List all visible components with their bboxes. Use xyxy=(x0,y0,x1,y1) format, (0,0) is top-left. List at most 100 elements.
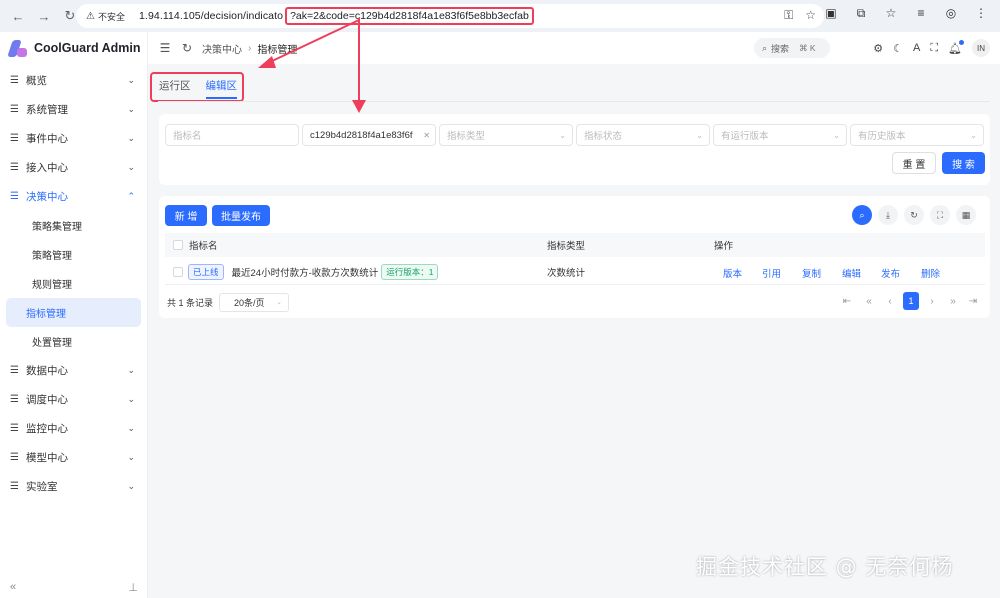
refresh-icon[interactable]: ↻ xyxy=(176,41,198,55)
menu-icon: ☰ xyxy=(10,191,19,202)
bookmark-star-icon[interactable]: ☆ xyxy=(805,8,816,23)
prev-page-icon[interactable]: ‹ xyxy=(882,292,898,310)
sidebar-item-system[interactable]: ☰ 系统管理 ⌄ xyxy=(0,95,147,124)
security-indicator[interactable]: ⚠ 不安全 xyxy=(86,10,125,23)
row-checkbox[interactable] xyxy=(173,266,183,277)
column-header-name: 指标名 xyxy=(189,241,218,252)
page-size-select[interactable]: 20条/页 ⌄ xyxy=(219,292,290,312)
settings-gear-icon[interactable]: ⚙ xyxy=(873,42,883,55)
action-copy-link[interactable]: 复制 xyxy=(802,266,821,280)
prev-jump-icon[interactable]: « xyxy=(861,292,877,310)
pin-icon[interactable]: ⊥ xyxy=(128,581,138,594)
back-icon[interactable]: ← xyxy=(6,4,30,28)
chevron-down-icon: ⌄ xyxy=(127,104,135,114)
sidebar-item-lab[interactable]: ☰ 实验室 ⌄ xyxy=(0,472,147,501)
action-delete-link[interactable]: 删除 xyxy=(921,266,940,280)
indicator-status-select[interactable]: 指标状态 ⌄ xyxy=(576,124,710,146)
sidebar-subitem-rule[interactable]: 规则管理 xyxy=(6,269,141,298)
total-count: 共 1 条记录 xyxy=(167,297,214,308)
sidebar-item-access[interactable]: ☰ 接入中心 ⌄ xyxy=(0,153,147,182)
chevron-up-icon: ⌃ xyxy=(127,191,135,201)
chevron-down-icon: ⌄ xyxy=(696,130,703,140)
indicator-type: 次数统计 xyxy=(547,267,586,279)
indicator-code-input[interactable]: c129b4d2818f4a1e83f6f ✕ xyxy=(302,124,436,146)
global-search[interactable]: ⌕ 搜索 ⌘ K xyxy=(754,38,830,58)
column-settings-icon[interactable]: ▦ xyxy=(956,205,976,225)
reset-button[interactable]: 重 置 xyxy=(892,152,936,174)
sidebar-subitem-policy-set[interactable]: 策略集管理 xyxy=(6,211,141,240)
refresh-icon[interactable]: ↻ xyxy=(904,205,924,225)
logo-icon xyxy=(7,38,28,58)
menu-icon: ☰ xyxy=(10,162,19,173)
menu-icon: ☰ xyxy=(10,481,19,492)
sidebar-subitem-policy[interactable]: 策略管理 xyxy=(6,240,141,269)
filter-panel: 指标名 c129b4d2818f4a1e83f6f ✕ 指标类型 ⌄ 指标状态 ⌄ 有… xyxy=(159,114,990,185)
sidebar-item-overview[interactable]: ☰ 概览 ⌄ xyxy=(0,66,147,95)
avatar[interactable]: IN xyxy=(972,39,990,57)
sidebar-item-monitor[interactable]: ☰ 监控中心 ⌄ xyxy=(0,414,147,443)
add-button[interactable]: 新 增 xyxy=(165,205,207,226)
first-page-icon[interactable]: ⇤ xyxy=(839,292,855,310)
action-publish-link[interactable]: 发布 xyxy=(881,266,900,280)
star-icon[interactable]: ☆ xyxy=(882,6,900,21)
page-number[interactable]: 1 xyxy=(903,292,919,310)
chevron-down-icon: ⌄ xyxy=(833,130,840,140)
sidebar-item-decision[interactable]: ☰ 决策中心 ⌃ xyxy=(0,182,147,211)
chevron-down-icon: ⌄ xyxy=(127,365,135,375)
indicator-type-select[interactable]: 指标类型 ⌄ xyxy=(439,124,573,146)
action-edit-link[interactable]: 编辑 xyxy=(842,266,861,280)
sidebar-item-model[interactable]: ☰ 模型中心 ⌄ xyxy=(0,443,147,472)
menu-icon: ☰ xyxy=(10,365,19,376)
indicator-name[interactable]: 最近24小时付款方-收款方次数统计 xyxy=(232,265,379,279)
menu-icon: ☰ xyxy=(10,423,19,434)
history-version-select[interactable]: 有历史版本 ⌄ xyxy=(850,124,984,146)
sidebar-item-data[interactable]: ☰ 数据中心 ⌄ xyxy=(0,356,147,385)
logo[interactable]: CoolGuard Admin xyxy=(0,32,147,64)
collapse-sidebar-icon[interactable]: « xyxy=(10,581,16,594)
forward-icon[interactable]: → xyxy=(32,4,56,28)
chevron-down-icon: ⌄ xyxy=(127,423,135,433)
download-icon[interactable]: ⤓ xyxy=(878,205,898,225)
puzzle-icon[interactable]: ⧉ xyxy=(852,6,870,21)
sidebar-item-events[interactable]: ☰ 事件中心 ⌄ xyxy=(0,124,147,153)
placeholder: 指标状态 xyxy=(584,131,623,142)
next-jump-icon[interactable]: » xyxy=(945,292,961,310)
sidebar: CoolGuard Admin ☰ 概览 ⌄ ☰ 系统管理 ⌄ ☰ 事件中心 ⌄ ☰ 接入中心… xyxy=(0,32,148,598)
extension-icon[interactable]: ▣ xyxy=(822,6,840,21)
sidebar-subitem-indicator[interactable]: 指标管理 xyxy=(6,298,141,327)
profile-icon[interactable]: ◎ xyxy=(942,6,960,21)
fullscreen-icon[interactable]: ⛶ xyxy=(930,205,950,225)
version-badge: 运行版本：1 xyxy=(381,263,439,280)
pagination: 共 1 条记录 20条/页 ⌄ ⇤ « ‹ 1 › » ⇥ xyxy=(167,292,981,312)
sidebar-subitem-disposal[interactable]: 处置管理 xyxy=(6,327,141,356)
chevron-down-icon: ⌄ xyxy=(127,133,135,143)
running-version-select[interactable]: 有运行版本 ⌄ xyxy=(713,124,847,146)
indicator-name-input[interactable]: 指标名 xyxy=(165,124,299,146)
reading-list-icon[interactable]: ≡ xyxy=(912,6,930,21)
menu-icon: ☰ xyxy=(10,104,19,115)
table-row: 已上线 最近24小时付款方-收款方次数统计 运行版本：1 次数统计 版本 引用 … xyxy=(165,259,985,285)
next-page-icon[interactable]: › xyxy=(924,292,940,310)
chevron-down-icon: ⌄ xyxy=(970,130,977,140)
search-icon[interactable]: ⌕ xyxy=(852,205,872,225)
batch-publish-button[interactable]: 批量发布 xyxy=(212,205,270,226)
notification-bell-icon[interactable]: 🔔︎ xyxy=(948,39,964,55)
address-bar[interactable]: ⚠ 不安全 1.94.114.105/decision/indicato ?ak… xyxy=(76,4,824,28)
search-button[interactable]: 搜 索 xyxy=(942,152,985,174)
chevron-down-icon: ⌄ xyxy=(127,394,135,404)
browser-toolbar: ← → ↻ ⚠ 不安全 1.94.114.105/decision/indica… xyxy=(0,0,1000,32)
action-references-link[interactable]: 引用 xyxy=(762,266,781,280)
chevron-down-icon: ⌄ xyxy=(127,452,135,462)
fullscreen-icon[interactable]: ⛶ xyxy=(930,42,938,55)
last-page-icon[interactable]: ⇥ xyxy=(965,292,981,310)
translate-icon[interactable]: A xyxy=(913,42,920,54)
sidebar-item-schedule[interactable]: ☰ 调度中心 ⌄ xyxy=(0,385,147,414)
select-all-checkbox[interactable] xyxy=(173,240,183,250)
key-icon[interactable]: ⚿ xyxy=(784,8,793,23)
menu-toggle-icon[interactable]: ☰ xyxy=(154,41,176,55)
warning-icon: ⚠ xyxy=(86,10,95,22)
clear-icon[interactable]: ✕ xyxy=(423,131,430,140)
dark-mode-moon-icon[interactable]: ☾ xyxy=(893,42,903,55)
more-icon[interactable]: ⋮ xyxy=(972,6,990,21)
action-versions-link[interactable]: 版本 xyxy=(723,266,742,280)
